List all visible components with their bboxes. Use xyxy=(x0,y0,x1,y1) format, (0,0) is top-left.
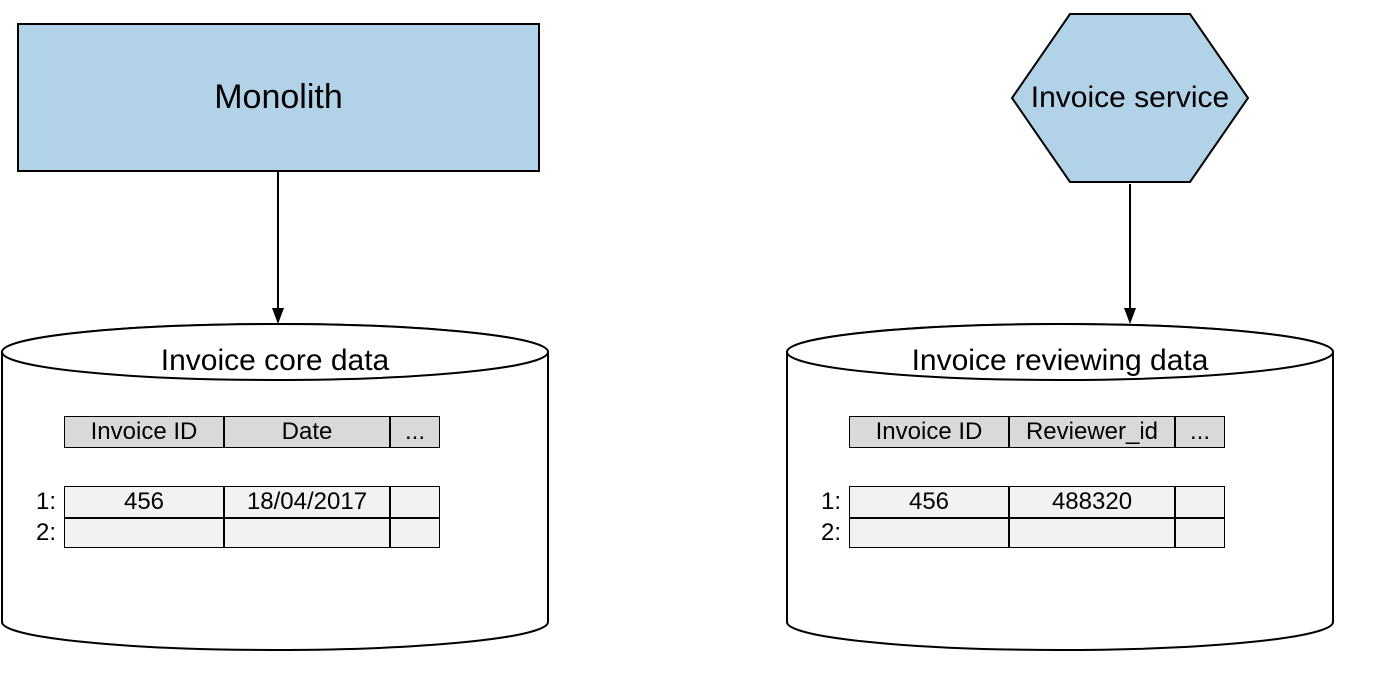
db-left-row-2: 2: xyxy=(28,518,440,548)
db-right-header-b: Reviewer_id xyxy=(1009,416,1175,448)
db-right-row-2-label: 2: xyxy=(813,518,849,548)
db-left-row-1-b: 18/04/2017 xyxy=(224,486,390,518)
db-right-row-1-a: 456 xyxy=(849,486,1009,518)
db-left-title: Invoice core data xyxy=(0,344,550,378)
invoice-service-label: Invoice service xyxy=(1031,81,1229,115)
db-right-row-1-c xyxy=(1175,486,1225,518)
monolith-label: Monolith xyxy=(214,78,343,117)
db-left-row-2-b xyxy=(224,518,390,548)
db-left-header-a: Invoice ID xyxy=(64,416,224,448)
db-right-row-1-b: 488320 xyxy=(1009,486,1175,518)
db-left-header-c: ... xyxy=(390,416,440,448)
db-right-header-a: Invoice ID xyxy=(849,416,1009,448)
db-right-row-2: 2: xyxy=(813,518,1225,548)
arrow-service-to-db xyxy=(1120,184,1140,332)
invoice-service-hexagon: Invoice service xyxy=(1010,12,1250,184)
db-left-row-1-label: 1: xyxy=(28,486,64,518)
db-right-row-1-label: 1: xyxy=(813,486,849,518)
db-left-row-2-c xyxy=(390,518,440,548)
db-left-header-row: Invoice ID Date ... xyxy=(28,416,440,448)
db-right-table: Invoice ID Reviewer_id ... 1: 456 488320… xyxy=(813,416,1225,548)
db-right-title: Invoice reviewing data xyxy=(785,344,1335,378)
db-left-row-1-c xyxy=(390,486,440,518)
db-left-header-b: Date xyxy=(224,416,390,448)
monolith-box: Monolith xyxy=(17,23,540,172)
db-right-row-2-a xyxy=(849,518,1009,548)
db-right-header-c: ... xyxy=(1175,416,1225,448)
db-left: Invoice core data Invoice ID Date ... 1:… xyxy=(0,322,550,652)
diagram-canvas: Monolith Invoice service xyxy=(0,0,1397,678)
db-left-row-2-a xyxy=(64,518,224,548)
db-right-row-1: 1: 456 488320 xyxy=(813,486,1225,518)
db-left-table: Invoice ID Date ... 1: 456 18/04/2017 2: xyxy=(28,416,440,548)
arrow-monolith-to-db xyxy=(268,172,288,332)
db-left-row-1: 1: 456 18/04/2017 xyxy=(28,486,440,518)
db-right-row-2-c xyxy=(1175,518,1225,548)
db-right-row-2-b xyxy=(1009,518,1175,548)
db-left-row-1-a: 456 xyxy=(64,486,224,518)
db-left-row-2-label: 2: xyxy=(28,518,64,548)
db-right-header-row: Invoice ID Reviewer_id ... xyxy=(813,416,1225,448)
db-right: Invoice reviewing data Invoice ID Review… xyxy=(785,322,1335,652)
